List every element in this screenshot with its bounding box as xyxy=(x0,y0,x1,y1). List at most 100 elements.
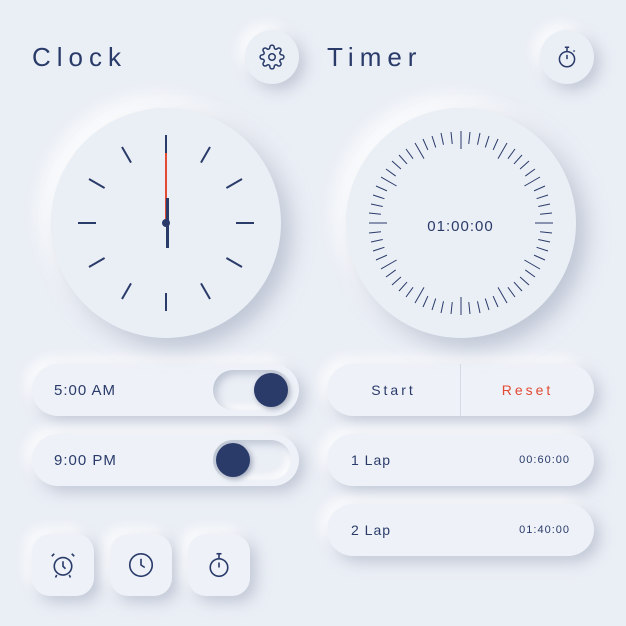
timer-tick xyxy=(460,131,461,149)
timer-tick xyxy=(376,255,387,261)
clock-tick xyxy=(200,146,211,163)
settings-button[interactable] xyxy=(245,30,299,84)
clock-tick xyxy=(121,146,132,163)
timer-tick xyxy=(423,139,429,150)
timer-tick xyxy=(524,260,540,270)
toggle-knob xyxy=(254,373,288,407)
alarm-row-1: 5:00 AM xyxy=(32,364,299,416)
timer-tick xyxy=(399,282,408,292)
timer-tick xyxy=(432,299,437,311)
timer-tick xyxy=(369,223,387,224)
timer-tick xyxy=(373,247,385,252)
clock-center-dot xyxy=(162,219,170,227)
tab-clock[interactable] xyxy=(110,534,172,596)
timer-tick xyxy=(535,223,553,224)
timer-readout: 01:00:00 xyxy=(346,218,576,235)
clock-tick xyxy=(121,283,132,300)
timer-tick xyxy=(399,154,408,164)
gear-icon xyxy=(259,44,285,70)
timer-tick xyxy=(414,143,424,159)
lap-row-2[interactable]: 2 Lap 01:40:00 xyxy=(327,504,594,556)
timer-tick xyxy=(441,301,444,313)
timer-tick xyxy=(477,301,480,313)
clock-tick xyxy=(165,135,167,153)
timer-tick xyxy=(386,169,396,177)
timer-tick xyxy=(381,177,397,187)
timer-panel: Timer 01:00:00 Start Reset 1 Lap 00:60:0… xyxy=(327,30,594,596)
alarm-time-2: 9:00 PM xyxy=(54,452,213,469)
alarm-toggle-2[interactable] xyxy=(213,440,291,480)
timer-tick xyxy=(525,169,535,177)
timer-tick xyxy=(441,133,444,145)
lap-time-2: 01:40:00 xyxy=(519,524,570,536)
timer-tick xyxy=(536,247,548,252)
stopwatch-icon xyxy=(554,44,580,70)
lap-label-1: 1 Lap xyxy=(351,452,519,468)
timer-tick xyxy=(539,239,551,242)
lap-row-1[interactable]: 1 Lap 00:60:00 xyxy=(327,434,594,486)
reset-button[interactable]: Reset xyxy=(460,364,594,416)
timer-tick xyxy=(381,260,397,270)
timer-title: Timer xyxy=(327,42,422,73)
clock-tick xyxy=(89,257,106,268)
timer-tick xyxy=(524,177,540,187)
tab-stopwatch[interactable] xyxy=(188,534,250,596)
timer-tick xyxy=(370,239,382,242)
timer-tick xyxy=(414,287,424,303)
clock-tick xyxy=(89,178,106,189)
clock-title: Clock xyxy=(32,42,127,73)
clock-panel: Clock 5:00 AM 9:00 PM xyxy=(32,30,299,596)
timer-face[interactable]: 01:00:00 xyxy=(346,108,576,338)
clock-tick xyxy=(200,283,211,300)
timer-tick xyxy=(450,131,452,143)
alarm-toggle-1[interactable] xyxy=(213,370,291,410)
clock-tick xyxy=(226,257,243,268)
timer-tick xyxy=(497,143,507,159)
clock-tick xyxy=(165,293,167,311)
timer-tick xyxy=(477,133,480,145)
clock-icon xyxy=(126,550,156,580)
lap-label-2: 2 Lap xyxy=(351,522,519,538)
timer-tick xyxy=(468,131,470,143)
timer-tick xyxy=(370,203,382,206)
timer-tick xyxy=(406,287,414,297)
clock-dial-wrap xyxy=(32,108,299,338)
timer-tick xyxy=(536,194,548,199)
timer-controls: Start Reset xyxy=(327,364,594,416)
clock-tick xyxy=(78,222,96,224)
timer-tick xyxy=(386,270,396,278)
bottom-tabs xyxy=(32,534,299,596)
start-button[interactable]: Start xyxy=(327,364,460,416)
clock-face[interactable] xyxy=(51,108,281,338)
timer-tick xyxy=(507,287,515,297)
alarm-row-2: 9:00 PM xyxy=(32,434,299,486)
timer-dial-wrap: 01:00:00 xyxy=(327,108,594,338)
timer-tick xyxy=(460,297,461,315)
timer-tick xyxy=(540,213,552,215)
timer-tick xyxy=(373,194,385,199)
timer-tick xyxy=(376,185,387,191)
timer-tick xyxy=(533,185,544,191)
timer-tick xyxy=(493,139,499,150)
clock-header: Clock xyxy=(32,30,299,84)
timer-tick xyxy=(392,161,402,170)
timer-header: Timer xyxy=(327,30,594,84)
timer-tick xyxy=(423,296,429,307)
stopwatch-button[interactable] xyxy=(540,30,594,84)
timer-tick xyxy=(514,282,523,292)
tab-alarm[interactable] xyxy=(32,534,94,596)
timer-tick xyxy=(525,270,535,278)
clock-tick xyxy=(236,222,254,224)
timer-tick xyxy=(520,276,530,285)
stopwatch-icon xyxy=(204,550,234,580)
timer-tick xyxy=(539,203,551,206)
toggle-knob xyxy=(216,443,250,477)
alarm-clock-icon xyxy=(48,550,78,580)
timer-tick xyxy=(450,302,452,314)
alarm-time-1: 5:00 AM xyxy=(54,382,213,399)
timer-tick xyxy=(507,148,515,158)
timer-tick xyxy=(485,135,490,147)
timer-tick xyxy=(493,296,499,307)
timer-tick xyxy=(468,302,470,314)
timer-tick xyxy=(392,276,402,285)
